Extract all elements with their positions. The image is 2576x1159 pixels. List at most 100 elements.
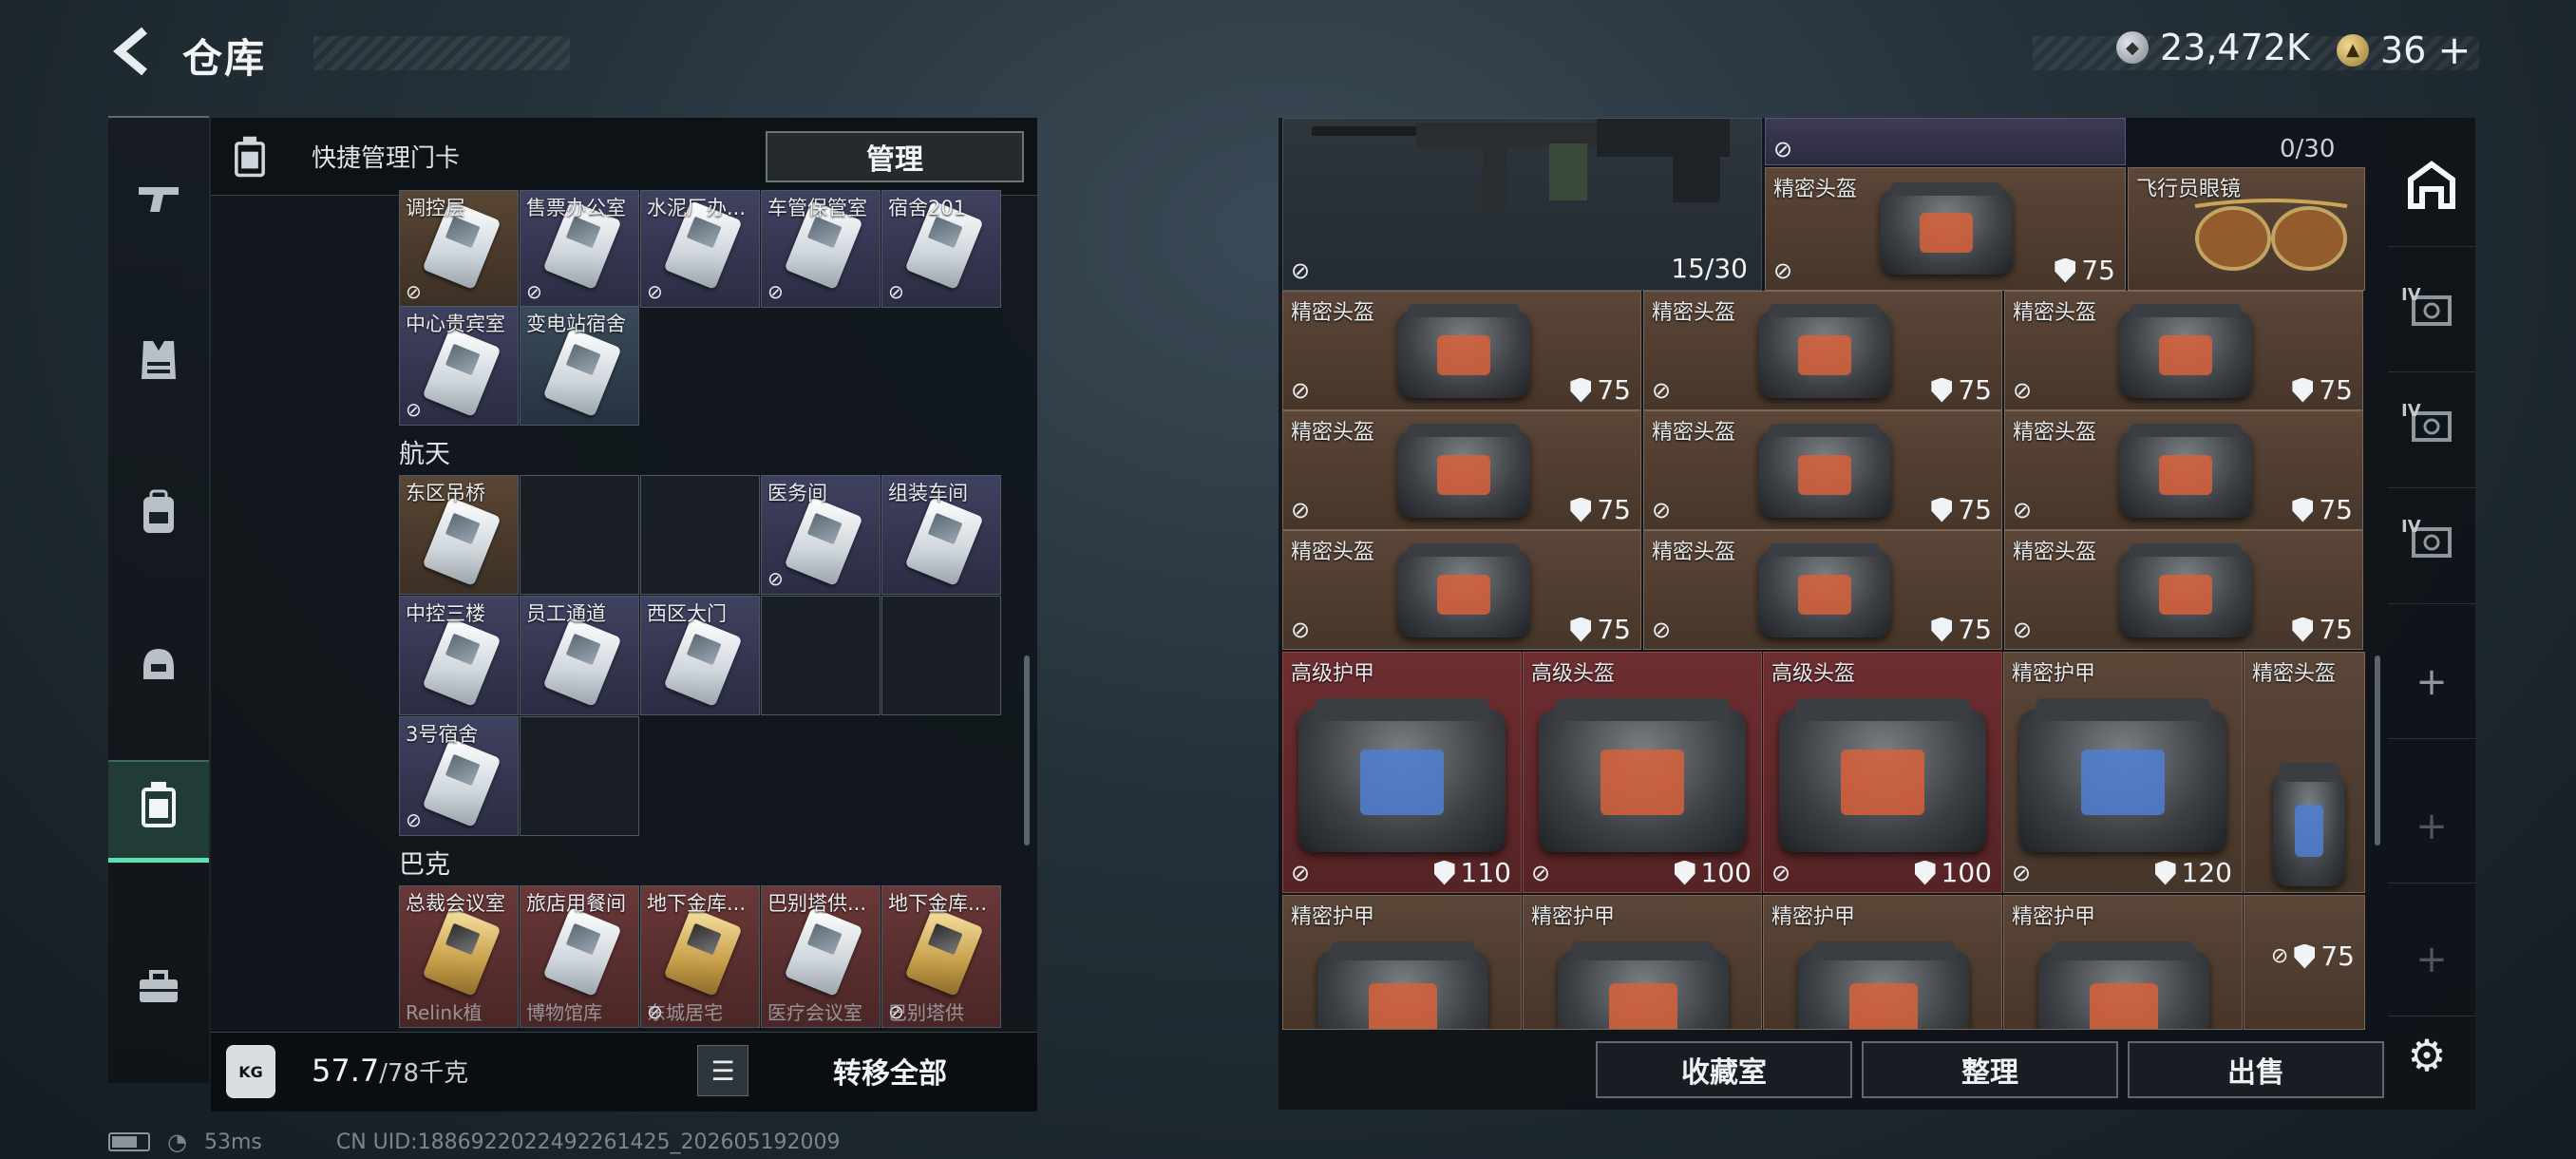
armor-number: 75 — [2319, 614, 2353, 645]
item-name: 精密头盔 — [1652, 301, 1736, 325]
settings-gear-icon[interactable]: ⚙ — [2394, 1022, 2460, 1089]
item-slot[interactable]: 精密头盔 ⊘ 75 — [1282, 410, 1641, 530]
no-container-icon: ⊘ — [1771, 860, 1791, 886]
keycard-name: 宿舍201 — [888, 197, 967, 219]
shield-icon — [1433, 860, 1455, 885]
keycard-slot[interactable]: 巴别塔供... 医疗会议室 — [761, 885, 881, 1028]
silver-currency: ◆ 23,472K — [2116, 27, 2310, 68]
storage-tab[interactable]: IV — [2388, 258, 2475, 372]
gold-currency[interactable]: ▲ 23,472K 36 + — [2337, 27, 2472, 73]
keycard-slot[interactable]: 中控三楼 — [399, 596, 519, 715]
item-slot[interactable]: ⊘ 75 — [2244, 895, 2365, 1030]
keycard-slot[interactable]: 调控层 ⊘ — [399, 190, 519, 308]
keycard-slot[interactable]: 宿舍201 ⊘ — [881, 190, 1001, 308]
item-slot[interactable]: 精密头盔 ⊘ 75 — [2004, 410, 2363, 530]
item-slot[interactable]: 精密头盔 ⊘ 75 — [1643, 530, 2002, 650]
keycard-name: 东区吊桥 — [406, 482, 485, 504]
no-container-icon: ⊘ — [1652, 617, 1672, 643]
sell-button[interactable]: 出售 — [2128, 1041, 2384, 1098]
armor-number: 75 — [1958, 494, 1992, 525]
item-name: 精密头盔 — [2013, 301, 2097, 325]
item-slot[interactable]: 精密头盔 ⊘ 75 — [2004, 291, 2363, 410]
storage-tab[interactable]: IV — [2388, 490, 2475, 604]
item-slot[interactable]: 精密头盔 ⊘ 75 — [1643, 410, 2002, 530]
item-name: 精密护甲 — [2012, 905, 2096, 929]
no-container-icon: ⊘ — [1291, 860, 1311, 886]
item-slot[interactable]: 精密护甲 — [2003, 895, 2243, 1030]
shield-icon — [1570, 377, 1592, 403]
keycard-slot[interactable]: 组装车间 — [881, 475, 1001, 595]
armor-value: 75 — [1931, 614, 1992, 645]
keycard-slot[interactable]: 变电站宿舍 — [520, 306, 639, 426]
item-slot[interactable]: 精密护甲 ⊘ 120 — [2003, 652, 2243, 893]
armor-number: 75 — [1597, 494, 1631, 525]
storage-tab[interactable]: + — [2388, 770, 2475, 884]
list-view-button[interactable]: ☰ — [697, 1045, 748, 1096]
armor-value: 110 — [1433, 857, 1511, 888]
item-slot[interactable]: 飞行员眼镜 — [2128, 167, 2365, 291]
manage-button[interactable]: 管理 — [766, 131, 1024, 182]
nav-vests[interactable] — [108, 317, 209, 412]
item-slot[interactable]: 精密头盔 ⊘ 75 — [2004, 530, 2363, 650]
keycard-slot[interactable]: 地下金库... ⊘ 东城居宅 — [640, 885, 760, 1028]
keycard-slot[interactable]: 旅店用餐间 博物馆库 — [520, 885, 639, 1028]
collection-room-button[interactable]: 收藏室 — [1596, 1041, 1852, 1098]
nav-keycards[interactable] — [108, 760, 209, 863]
shield-icon — [2292, 377, 2314, 403]
keycard-slot[interactable]: 水泥厂办... ⊘ — [640, 190, 760, 308]
organize-button[interactable]: 整理 — [1862, 1041, 2118, 1098]
item-slot[interactable]: 精密护甲 — [1763, 895, 2002, 1030]
add-currency-icon[interactable]: + — [2437, 27, 2471, 73]
keycard-slot[interactable]: 地下金库... ⊘ 巴别塔供 — [881, 885, 1001, 1028]
keycard-slot[interactable]: 中心贵宾室 ⊘ — [399, 306, 519, 426]
nav-tools[interactable] — [108, 944, 209, 1039]
transfer-all-button[interactable]: 转移全部 — [760, 1045, 1020, 1096]
rifle-icon — [1312, 119, 1730, 210]
armor-value: 120 — [2154, 857, 2232, 888]
shield-icon — [2292, 617, 2314, 642]
storage-tab[interactable]: + — [2388, 625, 2475, 739]
keycard-slot[interactable]: 医务间 ⊘ — [761, 475, 881, 595]
item-slot[interactable]: 精密头盔 ⊘ 75 — [1282, 291, 1641, 410]
nav-backpacks[interactable] — [108, 469, 209, 564]
item-slot[interactable]: 精密头盔 ⊘ 75 — [1282, 530, 1641, 650]
item-slot[interactable]: 精密头盔 — [2244, 652, 2365, 893]
keycard-slot[interactable]: 售票办公室 ⊘ — [520, 190, 639, 308]
keycard-scrollbar[interactable] — [1024, 656, 1030, 846]
helmet-case-icon — [1539, 698, 1746, 852]
armor-number: 120 — [2181, 857, 2232, 888]
item-slot[interactable]: 精密护甲 — [1523, 895, 1762, 1030]
keycard-icon — [784, 906, 863, 998]
keycard-slot[interactable]: 3号宿舍 ⊘ — [399, 716, 519, 836]
shield-icon — [1931, 497, 1953, 522]
item-slot[interactable]: 精密护甲 — [1282, 895, 1522, 1030]
back-arrow-icon[interactable] — [106, 23, 163, 80]
keycard-slot[interactable]: 车管保管室 ⊘ — [761, 190, 881, 308]
keycard-slot[interactable]: 员工通道 — [520, 596, 639, 715]
status-bar: ◔ 53ms CN UID:1886922022492261425_202605… — [108, 1129, 841, 1155]
storage-scrollbar[interactable] — [2375, 656, 2380, 846]
no-container-icon: ⊘ — [2013, 617, 2033, 643]
keycard-icon — [542, 617, 622, 708]
vest-icon — [138, 337, 180, 393]
keycard-slot[interactable]: 西区大门 — [640, 596, 760, 715]
item-slot[interactable]: 精密头盔 ⊘ 75 — [1643, 291, 2002, 410]
storage-tab[interactable] — [2388, 133, 2475, 247]
battery-icon — [108, 1132, 150, 1151]
item-slot[interactable]: 高级护甲 ⊘ 110 — [1282, 652, 1522, 893]
item-slot[interactable]: 高级头盔 ⊘ 100 — [1763, 652, 2002, 893]
nav-weapons[interactable] — [108, 156, 209, 251]
item-slot[interactable]: 精密头盔 ⊘ 75 — [1765, 167, 2126, 291]
weapon-slot[interactable]: ⊘ 15/30 — [1282, 118, 1762, 291]
item-slot[interactable]: 高级头盔 ⊘ 100 — [1523, 652, 1762, 893]
keycard-slot[interactable]: 东区吊桥 — [399, 475, 519, 595]
helmet-case-icon — [2119, 303, 2252, 398]
storage-tab[interactable]: + — [2388, 902, 2475, 1016]
keycard-slot[interactable]: 总裁会议室 Relink植 — [399, 885, 519, 1028]
storage-tab[interactable]: IV — [2388, 374, 2475, 488]
small-item-slot[interactable]: ⊘ — [1765, 118, 2126, 165]
no-container-icon: ⊘ — [2270, 944, 2289, 968]
nav-helmets[interactable] — [108, 621, 209, 716]
no-container-icon: ⊘ — [1291, 377, 1311, 404]
empty-keycard-slot — [881, 596, 1001, 715]
